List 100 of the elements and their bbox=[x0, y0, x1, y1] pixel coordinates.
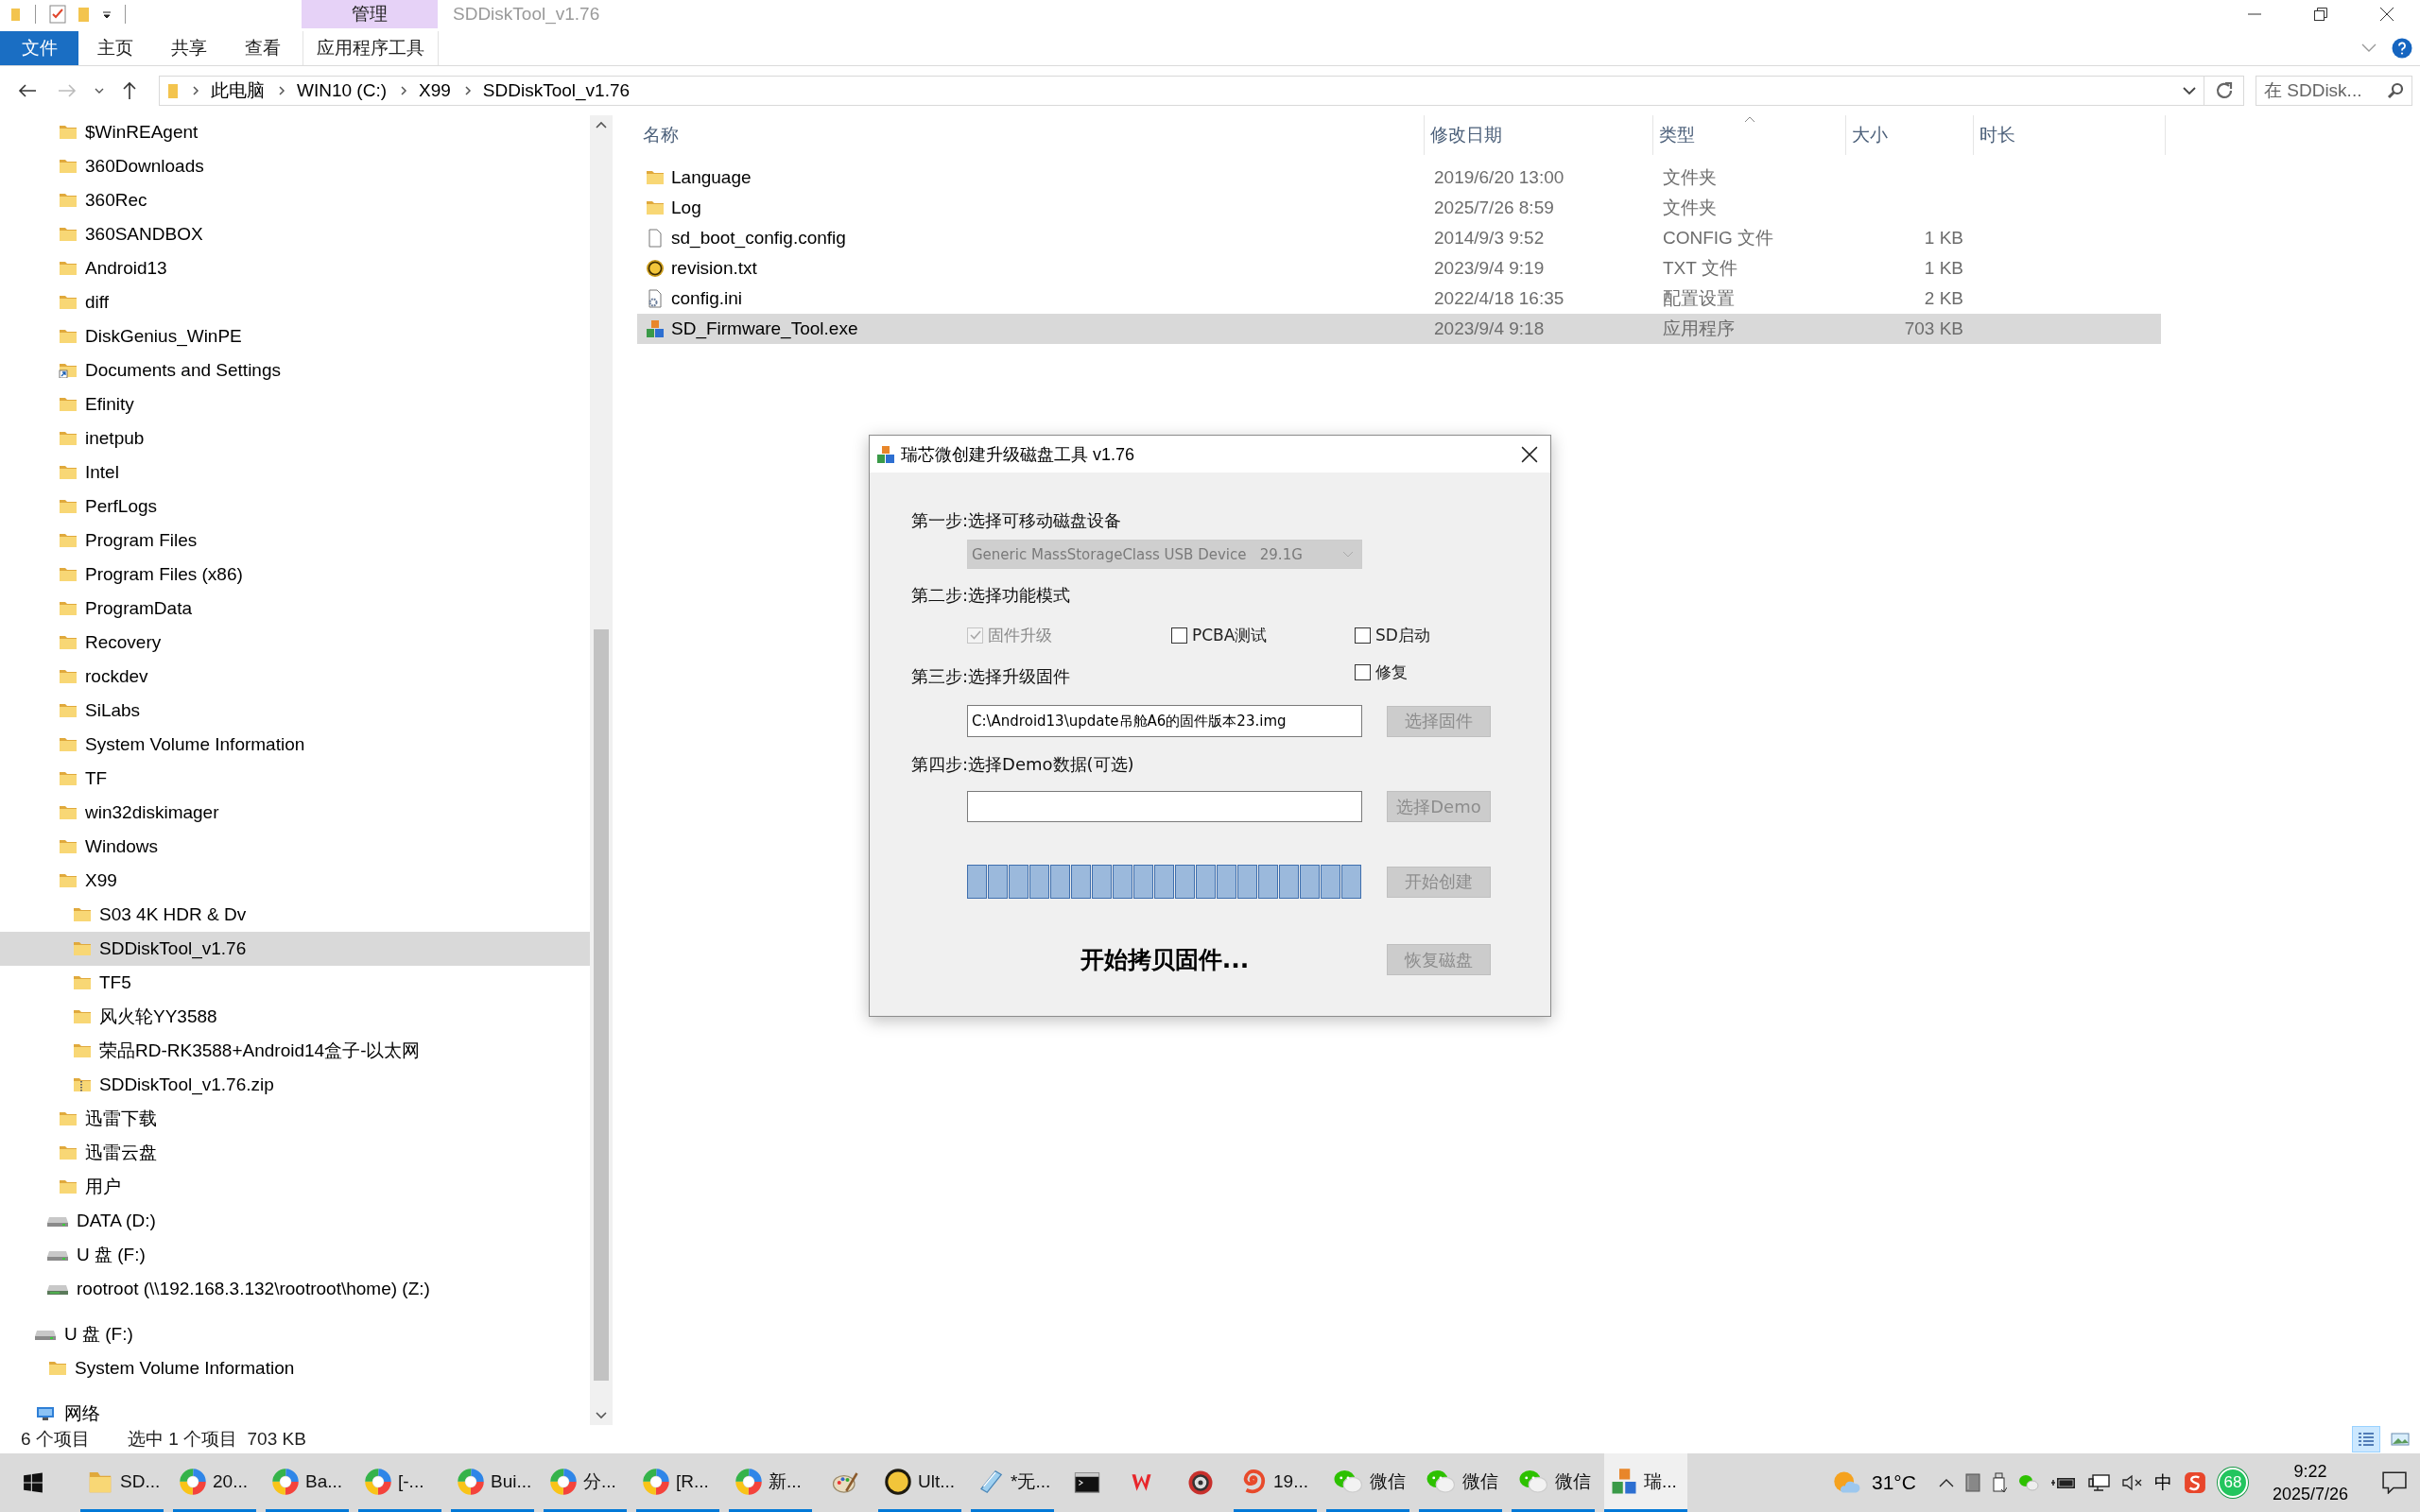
refresh-button[interactable] bbox=[2204, 76, 2244, 106]
chevron-right-icon[interactable] bbox=[192, 85, 199, 96]
taskbar-item[interactable]: Ba... bbox=[266, 1453, 349, 1512]
tree-item[interactable]: TF5 bbox=[0, 966, 590, 1000]
tree-item[interactable]: 用户 bbox=[0, 1170, 590, 1204]
column-header[interactable]: 类型 bbox=[1653, 115, 1846, 155]
checkbox[interactable] bbox=[1355, 627, 1371, 644]
input-method-icon[interactable] bbox=[2183, 1471, 2206, 1494]
firmware-path-field[interactable]: C:\Android13\update吊舱A6的固件版本23.img bbox=[967, 705, 1362, 737]
tree-item[interactable]: 360SANDBOX bbox=[0, 217, 590, 251]
tree-item[interactable]: diff bbox=[0, 285, 590, 319]
taskbar-item[interactable]: 新... bbox=[729, 1453, 812, 1512]
scroll-up-icon[interactable] bbox=[596, 121, 607, 129]
taskbar-item[interactable]: [-... bbox=[358, 1453, 441, 1512]
tree-item[interactable]: Documents and Settings bbox=[0, 353, 590, 387]
temperature[interactable]: 31°C bbox=[1872, 1471, 1916, 1494]
tree-item[interactable]: 风火轮YY3588 bbox=[0, 1000, 590, 1034]
taskbar-item[interactable]: SD... bbox=[80, 1453, 164, 1512]
address-field[interactable]: 此电脑 WIN10 (C:) X99 SDDiskTool_v1.76 bbox=[159, 76, 2204, 106]
search-icon[interactable] bbox=[2387, 82, 2404, 99]
tree-item[interactable]: System Volume Information bbox=[0, 728, 590, 762]
taskbar-item[interactable]: 微信 bbox=[1512, 1453, 1595, 1512]
tree-item[interactable]: U 盘 (F:) bbox=[0, 1238, 590, 1272]
tree-item[interactable]: SiLabs bbox=[0, 694, 590, 728]
search-field[interactable]: 在 SDDisk... bbox=[2256, 76, 2412, 106]
chevron-right-icon[interactable] bbox=[400, 85, 407, 96]
breadcrumb[interactable]: 此电脑 bbox=[211, 78, 265, 103]
column-header[interactable]: 修改日期 bbox=[1425, 115, 1653, 155]
tree-item[interactable]: S03 4K HDR & Dv bbox=[0, 898, 590, 932]
taskbar-item[interactable]: 20... bbox=[173, 1453, 256, 1512]
column-header[interactable]: 名称 bbox=[637, 115, 1425, 155]
clock-date[interactable]: 2025/7/26 bbox=[2272, 1483, 2348, 1505]
scrollbar[interactable] bbox=[590, 115, 613, 1425]
tree-item[interactable]: 网络 bbox=[0, 1397, 590, 1425]
tree-item[interactable]: Recovery bbox=[0, 626, 590, 660]
tree-item[interactable]: Android13 bbox=[0, 251, 590, 285]
tree-item[interactable]: DATA (D:) bbox=[0, 1204, 590, 1238]
taskbar-item[interactable]: 瑞... bbox=[1604, 1453, 1687, 1512]
taskbar-item[interactable]: 微信 bbox=[1419, 1453, 1502, 1512]
chevron-right-icon[interactable] bbox=[463, 85, 472, 96]
column-header[interactable]: 时长 bbox=[1974, 115, 2166, 155]
usb-icon[interactable] bbox=[1991, 1472, 2007, 1493]
tree-item[interactable]: rootroot (\\192.168.3.132\rootroot\home) (Z:) bbox=[0, 1272, 590, 1306]
tree-item[interactable]: System Volume Information bbox=[0, 1351, 590, 1385]
scrollbar-thumb[interactable] bbox=[594, 629, 609, 1381]
ribbon-tab[interactable]: 主页 bbox=[78, 31, 152, 65]
tree-item[interactable]: inetpub bbox=[0, 421, 590, 455]
chevron-right-icon[interactable] bbox=[278, 85, 285, 96]
taskbar-item[interactable]: 微信 bbox=[1326, 1453, 1409, 1512]
tree-item[interactable]: rockdev bbox=[0, 660, 590, 694]
tree-item[interactable]: $WinREAgent bbox=[0, 115, 590, 149]
chevron-up-icon[interactable] bbox=[1938, 1478, 1954, 1487]
taskbar-item[interactable]: 分... bbox=[544, 1453, 627, 1512]
volume-muted-icon[interactable] bbox=[2121, 1474, 2143, 1491]
tree-item[interactable]: win32diskimager bbox=[0, 796, 590, 830]
help-icon[interactable] bbox=[2392, 38, 2412, 59]
tree-item[interactable]: TF bbox=[0, 762, 590, 796]
details-view-button[interactable] bbox=[2352, 1426, 2380, 1452]
column-header[interactable]: 大小 bbox=[1846, 115, 1974, 155]
file-row[interactable]: config.ini 2022/4/18 16:35 配置设置 2 KB bbox=[637, 284, 2161, 314]
ribbon-tab[interactable]: 共享 bbox=[152, 31, 226, 65]
tree-item[interactable]: Program Files (x86) bbox=[0, 558, 590, 592]
battery-icon[interactable] bbox=[2049, 1475, 2077, 1490]
taskbar-item[interactable]: 19... bbox=[1234, 1453, 1317, 1512]
ribbon-tab[interactable]: 应用程序工具 bbox=[302, 31, 439, 65]
file-row[interactable]: Log 2025/7/26 8:59 文件夹 bbox=[637, 193, 2161, 223]
tree-item[interactable]: Program Files bbox=[0, 524, 590, 558]
demo-path-field[interactable] bbox=[967, 791, 1362, 822]
tree-item[interactable]: DiskGenius_WinPE bbox=[0, 319, 590, 353]
file-row[interactable]: SD_Firmware_Tool.exe 2023/9/4 9:18 应用程序 703 KB bbox=[637, 314, 2161, 344]
tree-item[interactable]: SDDiskTool_v1.76 bbox=[0, 932, 590, 966]
chevron-down-icon[interactable] bbox=[2183, 86, 2196, 95]
tree-item[interactable]: 迅雷云盘 bbox=[0, 1136, 590, 1170]
taskbar-item[interactable]: [R... bbox=[636, 1453, 719, 1512]
tree-item[interactable]: Efinity bbox=[0, 387, 590, 421]
book-icon[interactable] bbox=[1964, 1473, 1980, 1492]
file-row[interactable]: Language 2019/6/20 13:00 文件夹 bbox=[637, 163, 2161, 193]
tree-item[interactable]: Windows bbox=[0, 830, 590, 864]
tree-item[interactable]: X99 bbox=[0, 864, 590, 898]
expand-ribbon-icon[interactable] bbox=[2361, 43, 2377, 53]
clock-time[interactable]: 9:22 bbox=[2293, 1460, 2327, 1483]
tree-item[interactable]: 荣品RD-RK3588+Android14盒子-以太网 bbox=[0, 1034, 590, 1068]
taskbar-item[interactable]: Ult... bbox=[878, 1453, 961, 1512]
tree-item[interactable]: SDDiskTool_v1.76.zip bbox=[0, 1068, 590, 1102]
file-row[interactable]: revision.txt 2023/9/4 9:19 TXT 文件 1 KB bbox=[637, 253, 2161, 284]
tree-item[interactable]: U 盘 (F:) bbox=[0, 1317, 590, 1351]
checkbox[interactable] bbox=[1171, 627, 1187, 644]
network-icon[interactable] bbox=[2087, 1473, 2111, 1492]
taskbar-item[interactable]: Bui... bbox=[451, 1453, 534, 1512]
file-row[interactable]: sd_boot_config.config 2014/9/3 9:52 CONFIG 文件 1 KB bbox=[637, 223, 2161, 253]
dropdown-arrow-icon[interactable] bbox=[102, 9, 112, 19]
tree-item[interactable]: 360Downloads bbox=[0, 149, 590, 183]
notification-icon[interactable] bbox=[2382, 1471, 2407, 1494]
breadcrumb[interactable]: X99 bbox=[419, 80, 451, 101]
input-mode-indicator[interactable]: 中 bbox=[2153, 1470, 2172, 1495]
taskbar-item[interactable]: *无... bbox=[971, 1453, 1054, 1512]
scroll-down-icon[interactable] bbox=[596, 1412, 607, 1419]
file-menu-tab[interactable]: 文件 bbox=[0, 31, 78, 65]
tree-item[interactable]: Intel bbox=[0, 455, 590, 490]
ribbon-tab[interactable]: 查看 bbox=[226, 31, 300, 65]
